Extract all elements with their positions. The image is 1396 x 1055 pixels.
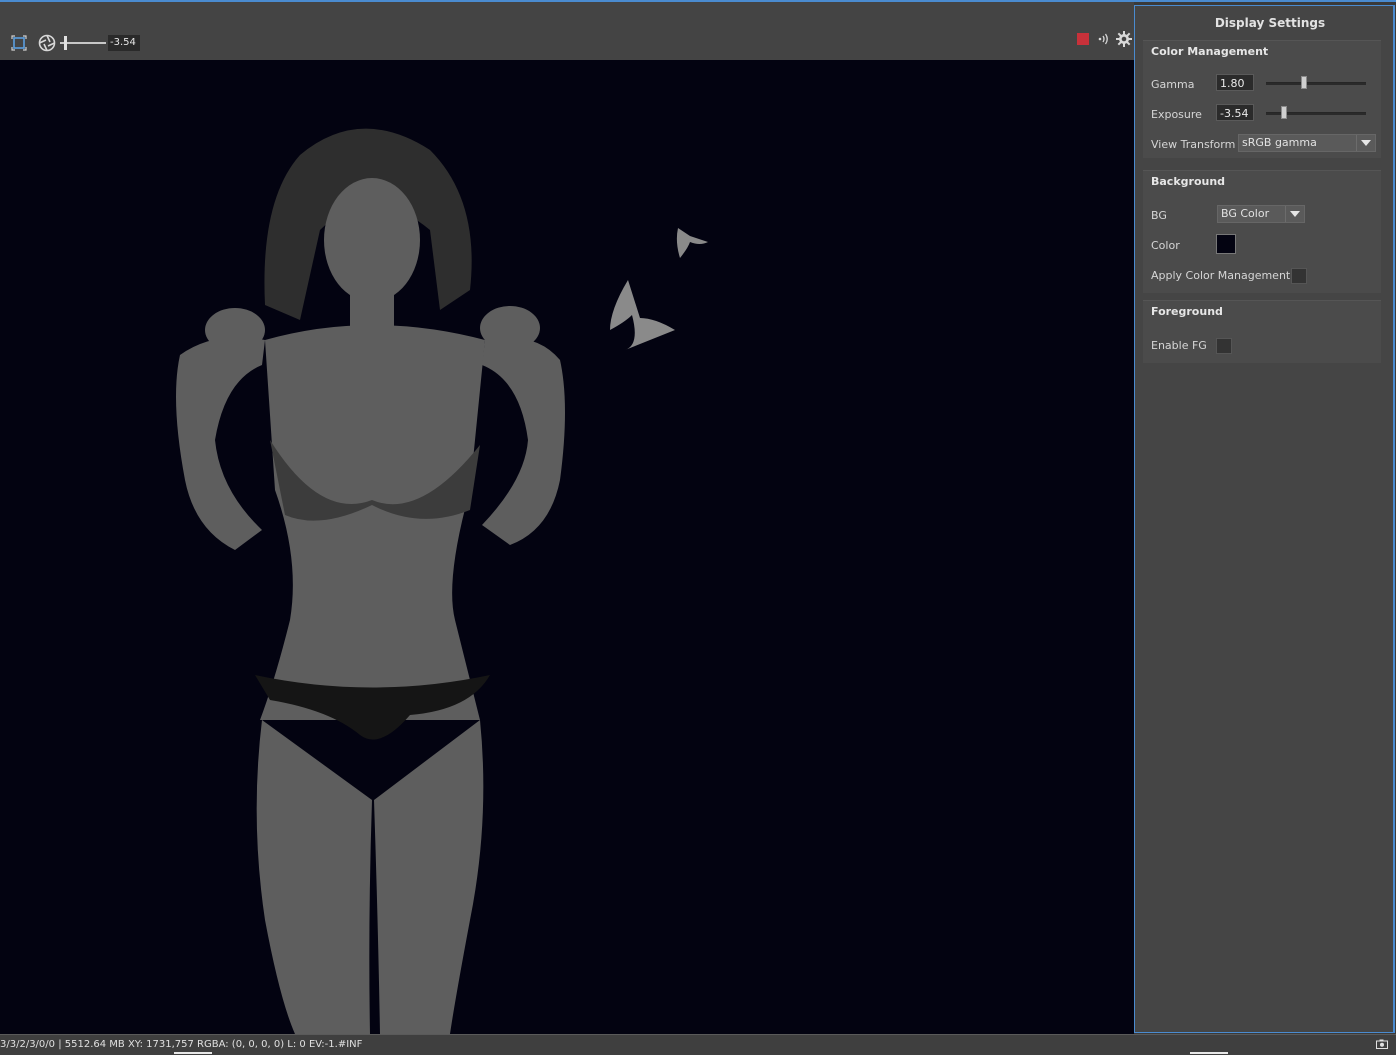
frame-icon[interactable]: [11, 35, 27, 51]
panel-title: Display Settings: [1214, 16, 1326, 30]
enable-fg-label: Enable FG: [1151, 339, 1207, 352]
gamma-field[interactable]: 1.80: [1216, 74, 1254, 91]
bg-label: BG: [1151, 209, 1167, 222]
bg-color-swatch[interactable]: [1216, 234, 1236, 254]
viewer-toolbar: -3.54: [0, 2, 1134, 60]
exposure-label: Exposure: [1151, 108, 1202, 121]
apply-color-management-label: Apply Color Management: [1151, 269, 1291, 282]
display-settings-panel: Display Settings Color Management Gamma …: [1134, 5, 1395, 1033]
camera-icon[interactable]: [1376, 1039, 1388, 1049]
view-transform-label: View Transform: [1151, 138, 1236, 151]
gamma-slider-handle[interactable]: [1301, 76, 1307, 89]
sound-icon[interactable]: [1095, 31, 1111, 47]
bg-mode-dropdown[interactable]: BG Color: [1217, 205, 1305, 223]
background-section: Background BG BG Color Color Apply Color…: [1143, 170, 1381, 293]
render-image: [176, 128, 708, 1034]
apply-color-management-checkbox[interactable]: [1291, 268, 1307, 284]
gamma-label: Gamma: [1151, 78, 1195, 91]
view-transform-value: sRGB gamma: [1242, 136, 1317, 149]
bg-mode-value: BG Color: [1221, 207, 1270, 220]
chevron-down-icon[interactable]: [1285, 206, 1304, 222]
view-transform-dropdown[interactable]: sRGB gamma: [1238, 134, 1376, 152]
exposure-icon[interactable]: [38, 34, 56, 52]
stop-render-icon[interactable]: [1077, 33, 1089, 45]
color-management-section: Color Management Gamma 1.80 Exposure -3.…: [1143, 40, 1381, 158]
color-label: Color: [1151, 239, 1180, 252]
exposure-field[interactable]: -3.54: [1216, 104, 1254, 121]
foreground-section: Foreground Enable FG: [1143, 300, 1381, 363]
gamma-slider-track[interactable]: [1266, 82, 1366, 85]
color-management-title: Color Management: [1151, 45, 1269, 58]
chevron-down-icon[interactable]: [1356, 135, 1375, 151]
exposure-value-field[interactable]: -3.54: [108, 35, 140, 51]
foreground-title: Foreground: [1151, 305, 1223, 318]
background-title: Background: [1151, 175, 1226, 188]
exposure-slider-handle[interactable]: [64, 36, 67, 50]
exposure-slider-handle-panel[interactable]: [1281, 106, 1287, 119]
enable-fg-checkbox[interactable]: [1216, 338, 1232, 354]
status-bar: 3/3/2/3/0/0 | 5512.64 MB XY: 1731,757 RG…: [0, 1034, 1396, 1055]
render-viewport[interactable]: [0, 60, 1134, 1034]
settings-icon[interactable]: [1116, 31, 1132, 47]
status-text: 3/3/2/3/0/0 | 5512.64 MB XY: 1731,757 RG…: [0, 1039, 363, 1050]
